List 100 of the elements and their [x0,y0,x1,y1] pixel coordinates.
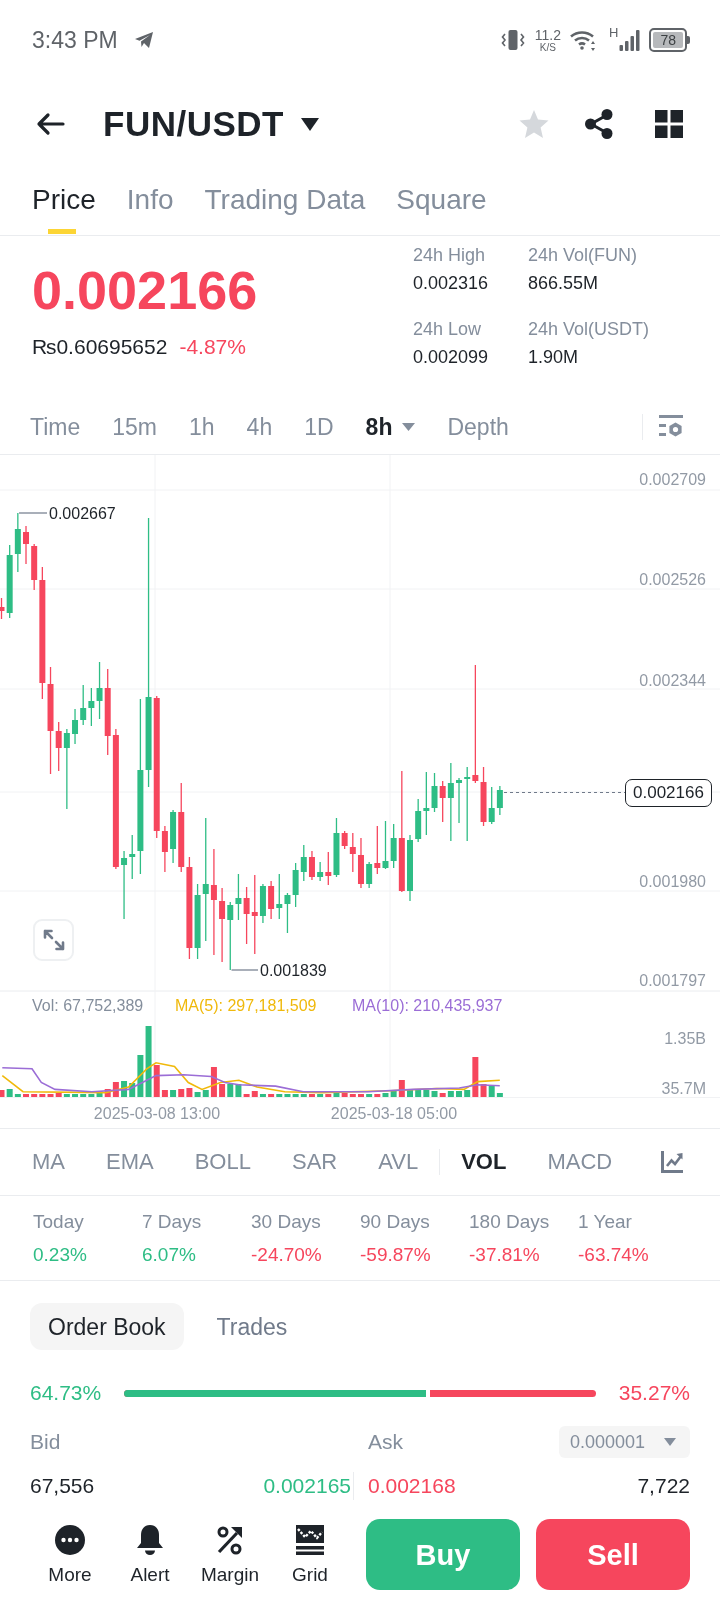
time-axis-label: 2025-03-18 05:00 [330,1104,458,1122]
interval-tab[interactable]: 15m [112,411,157,442]
interval-tab[interactable]: 1h [189,411,215,442]
price-axis-label: 0.001980 [639,872,706,890]
low-leader-line [230,969,259,971]
star-icon[interactable] [519,109,549,139]
indicator-tab[interactable]: MACD [547,1148,613,1176]
page-tab[interactable]: Trading Data [204,168,366,235]
buy-button[interactable]: Buy [366,1519,520,1590]
bell-icon [136,1525,164,1555]
page-tab[interactable]: Info [126,168,174,235]
price-axis-label: 0.001797 [639,971,706,989]
period-label: 180 Days [469,1210,550,1234]
network-speed: 11.2 [534,27,562,42]
period-change: -63.74% [578,1243,649,1267]
volume-reading: Vol: 67,752,389 [32,996,144,1014]
period-label: 1 Year [578,1210,632,1234]
interval-tab[interactable]: Time [30,411,81,442]
moving-average-reading: MA(10): 210,435,937 [352,996,503,1014]
price-axis-label: 0.002526 [639,570,706,588]
stat-label: 24h High [413,244,486,267]
indicator-tab[interactable]: VOL [461,1148,507,1176]
indicator-tab[interactable]: SAR [291,1148,338,1176]
line-chart-icon[interactable] [661,1151,683,1173]
column-header: Bid [30,1429,61,1455]
speed-unit: K/S [539,41,556,53]
zigzag-chart-icon [296,1525,324,1555]
period-change: -59.87% [360,1243,431,1267]
clock-time: 3:43 PM [32,26,118,54]
stat-value: 0.002099 [413,346,489,369]
stat-value: 1.90M [528,346,579,369]
pair-selector[interactable]: FUN/USDT [103,104,319,144]
network-type-label: H [609,26,619,40]
ask-amount: 7,722 [637,1473,690,1499]
stat-label: 24h Low [413,318,482,341]
period-label: Today [33,1210,84,1234]
expand-arrows-icon [42,929,65,951]
stat-value: 0.002316 [413,272,489,295]
period-label: 90 Days [360,1210,430,1234]
percent-arrow-icon [216,1525,244,1555]
indicator-tab[interactable]: AVL [378,1148,419,1176]
column-header: Ask [368,1429,403,1455]
period-change: 0.23% [33,1243,87,1267]
stat-label: 24h Vol(USDT) [528,318,650,341]
page-tab[interactable]: Square [396,168,487,235]
share-icon[interactable] [585,109,613,139]
volume-axis-label: 1.35B [664,1029,706,1047]
interval-tab[interactable]: 1D [304,411,334,442]
battery-indicator: 78 [649,28,690,52]
period-change: -24.70% [251,1243,322,1267]
vibrate-icon [500,29,525,51]
indicator-tab[interactable]: BOLL [194,1148,251,1176]
signal-icon [619,29,642,51]
ask-price: 0.002168 [368,1473,456,1499]
indicator-tab[interactable]: MA [32,1148,65,1176]
moving-average-reading: MA(5): 297,181,509 [175,996,317,1014]
bid-amount: 67,556 [30,1473,95,1499]
interval-tab[interactable]: 8h [365,411,416,442]
price-axis-label: 0.002344 [639,671,706,689]
book-tab[interactable]: Trades [198,1303,306,1350]
price-axis-label: 0.002709 [639,470,706,488]
action-button[interactable]: More [30,1519,110,1590]
last-price: 0.002166 [32,260,258,320]
stat-label: 24h Vol(FUN) [528,244,638,267]
interval-tab[interactable]: 4h [246,411,273,442]
fiat-price: ₨0.60695652 [32,334,168,360]
back-arrow-icon[interactable] [35,112,65,136]
volume-axis-label: 35.7M [661,1079,706,1097]
period-change: -37.81% [469,1243,540,1267]
high-leader-line [18,512,48,514]
page-tab[interactable]: Price [32,168,96,235]
time-axis-label: 2025-03-08 13:00 [93,1104,221,1122]
stat-value: 866.55M [528,272,599,295]
bid-share: 64.73% [30,1380,102,1406]
action-button[interactable]: Alert [110,1519,190,1590]
paper-plane-icon [134,32,153,48]
action-button[interactable]: Margin [190,1519,270,1590]
current-price-tag: 0.002166 [625,779,712,807]
sell-button[interactable]: Sell [536,1519,690,1590]
period-change: 6.07% [142,1243,196,1267]
book-tab[interactable]: Order Book [30,1303,184,1350]
ask-share: 35.27% [618,1380,690,1406]
high-price-label: 0.002667 [49,504,116,522]
more-icon [55,1525,85,1555]
chart-settings-icon[interactable] [659,414,683,439]
caret-icon [664,1438,676,1446]
interval-tab[interactable]: Depth [447,411,509,442]
bid-price: 0.002165 [263,1473,351,1499]
low-price-label: 0.001839 [260,961,327,979]
wifi-icon [569,29,598,51]
price-change: -4.87% [179,334,246,360]
caret-icon [402,422,416,431]
caret-icon [300,117,319,131]
expand-button[interactable] [33,919,74,961]
action-button[interactable]: Grid [270,1519,350,1590]
period-label: 30 Days [251,1210,321,1234]
indicator-tab[interactable]: EMA [106,1148,154,1176]
period-label: 7 Days [142,1210,202,1234]
precision-dropdown[interactable]: 0.000001 [559,1426,690,1458]
grid-icon[interactable] [655,110,683,138]
